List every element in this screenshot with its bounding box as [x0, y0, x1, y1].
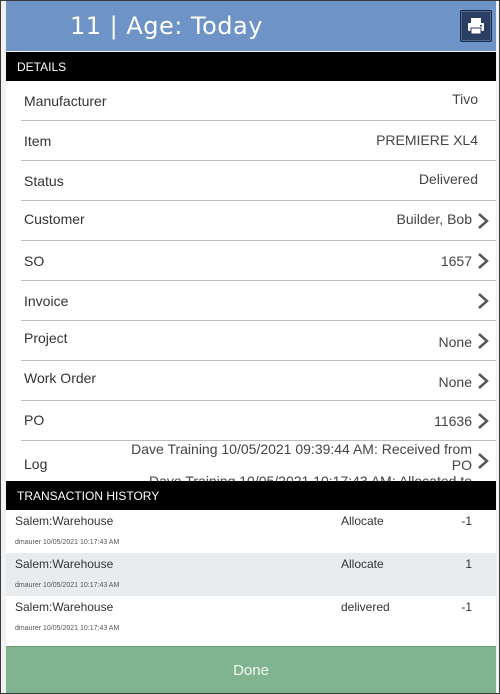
- work-order-label: Work Order: [24, 370, 97, 386]
- transaction-qty: 1: [465, 557, 472, 571]
- manufacturer-label: Manufacturer: [24, 93, 107, 109]
- transaction-user-time: dmaurer 10/05/2021 10:17:43 AM: [15, 625, 120, 632]
- status-label: Status: [24, 173, 64, 189]
- details-list: Manufacturer Tivo Item PREMIERE XL4 Stat…: [6, 81, 496, 481]
- printer-icon: [468, 18, 484, 35]
- detail-row-po[interactable]: PO 11636: [21, 401, 496, 441]
- transaction-action: Allocate: [341, 557, 384, 571]
- log-line-3: Dave Training 10/05/2021 10:17:43 AM: Al…: [148, 473, 472, 481]
- customer-label: Customer: [24, 211, 85, 227]
- log-label: Log: [24, 456, 48, 472]
- transaction-qty: -1: [461, 600, 472, 614]
- chevron-right-icon: [478, 293, 489, 309]
- invoice-label: Invoice: [24, 293, 69, 309]
- transaction-row[interactable]: Salem:Warehouse Allocate 1 dmaurer 10/05…: [6, 553, 496, 596]
- so-label: SO: [24, 253, 45, 269]
- manufacturer-value: Tivo: [452, 91, 478, 107]
- transaction-row[interactable]: Salem:Warehouse delivered -1 dmaurer 10/…: [6, 596, 496, 639]
- log-line-1: Dave Training 10/05/2021 09:39:44 AM: Re…: [131, 441, 472, 457]
- transaction-action: Allocate: [341, 514, 384, 528]
- transaction-row[interactable]: Salem:Warehouse Allocate -1 dmaurer 10/0…: [6, 510, 496, 553]
- po-label: PO: [24, 412, 45, 428]
- po-value: 11636: [434, 413, 472, 429]
- chevron-right-icon: [478, 413, 489, 429]
- page-title: 11 | Age: Today: [70, 12, 263, 40]
- customer-value: Builder, Bob: [396, 211, 473, 227]
- detail-row-project[interactable]: Project None: [21, 321, 496, 361]
- transaction-list: Salem:Warehouse Allocate -1 dmaurer 10/0…: [6, 510, 496, 646]
- status-value: Delivered: [418, 171, 478, 187]
- item-value: PREMIERE XL4: [376, 132, 478, 148]
- transaction-user-time: dmaurer 10/05/2021 10:17:43 AM: [15, 582, 120, 589]
- title-bar: 11 | Age: Today: [6, 1, 496, 51]
- project-label: Project: [24, 330, 68, 346]
- print-button[interactable]: [460, 10, 492, 42]
- log-line-2: PO: [451, 457, 472, 473]
- detail-row-work-order[interactable]: Work Order None: [21, 361, 496, 401]
- app-frame: 11 | Age: Today DETAILS Manufacturer Tiv…: [0, 0, 500, 694]
- detail-row-manufacturer: Manufacturer Tivo: [21, 81, 496, 121]
- transaction-location: Salem:Warehouse: [15, 514, 114, 528]
- transaction-user-time: dmaurer 10/05/2021 10:17:43 AM: [15, 539, 120, 546]
- detail-row-invoice[interactable]: Invoice: [21, 281, 496, 321]
- chevron-right-icon: [478, 333, 489, 349]
- transaction-location: Salem:Warehouse: [15, 557, 114, 571]
- detail-row-customer[interactable]: Customer Builder, Bob: [21, 201, 496, 241]
- chevron-right-icon: [478, 253, 489, 269]
- transaction-history-header: TRANSACTION HISTORY: [6, 481, 496, 510]
- detail-row-so[interactable]: SO 1657: [21, 241, 496, 281]
- log-value: Dave Training 10/05/2021 09:39:44 AM: Re…: [102, 441, 472, 481]
- so-value: 1657: [440, 253, 472, 269]
- detail-row-log[interactable]: Log Dave Training 10/05/2021 09:39:44 AM…: [21, 441, 496, 481]
- work-order-value: None: [438, 374, 472, 390]
- transaction-action: delivered: [341, 600, 390, 614]
- transaction-location: Salem:Warehouse: [15, 600, 114, 614]
- detail-row-status: Status Delivered: [21, 161, 496, 201]
- chevron-right-icon: [478, 373, 489, 389]
- chevron-right-icon: [478, 213, 489, 229]
- chevron-right-icon: [478, 453, 489, 469]
- details-section-header: DETAILS: [6, 52, 496, 81]
- project-value: None: [438, 334, 472, 350]
- detail-row-item: Item PREMIERE XL4: [21, 121, 496, 161]
- transaction-qty: -1: [461, 514, 472, 528]
- item-label: Item: [24, 133, 52, 149]
- done-button[interactable]: Done: [6, 646, 496, 693]
